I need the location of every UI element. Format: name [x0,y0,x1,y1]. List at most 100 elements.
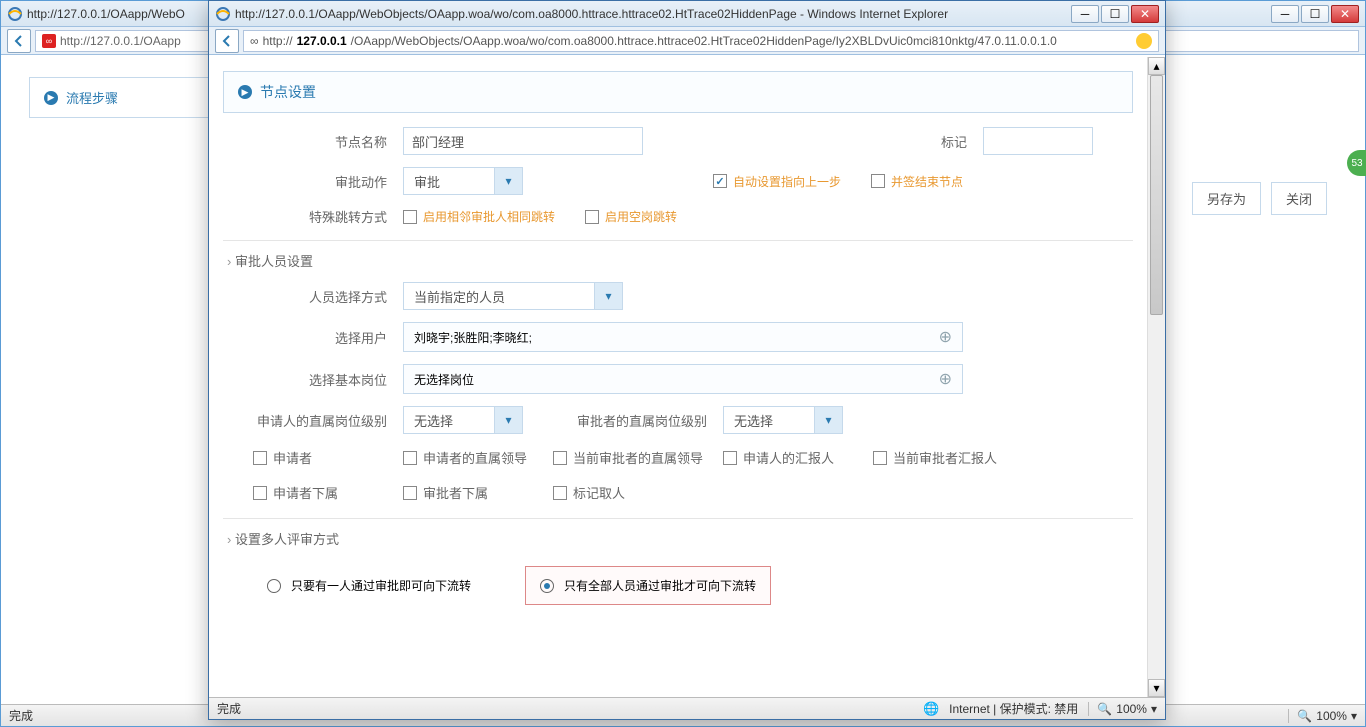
checkbox[interactable] [253,451,267,465]
url-path: /OAapp/WebObjects/OAapp.woa/wo/com.oa800… [351,34,1057,48]
maximize-button[interactable]: ☐ [1301,5,1329,23]
notification-badge[interactable]: 53 [1347,150,1366,176]
close-button[interactable]: ✕ [1331,5,1359,23]
node-name-input[interactable] [403,127,643,155]
scroll-area: ▶ 节点设置 节点名称 标记 审批动作 审批 ▾ 自动设置指向上一步 [209,57,1147,697]
chevron-down-icon[interactable]: ▾ [814,407,842,433]
row-node-name: 节点名称 标记 [223,121,1133,161]
select-post-value: 无选择岗位 [414,371,474,388]
checkbox[interactable] [253,486,267,500]
auto-prev-label: 自动设置指向上一步 [733,173,841,190]
chk-applicant-sub: 申请者下属 [253,475,403,510]
auto-prev-checkbox[interactable] [713,174,727,188]
modal-maximize-button[interactable]: ☐ [1101,5,1129,23]
bg-zoom[interactable]: 🔍 100% ▾ [1288,709,1357,723]
chk-mark-person: 标记取人 [553,475,703,510]
row-special-jump: 特殊跳转方式 启用相邻审批人相同跳转 启用空岗跳转 [223,201,1133,232]
add-post-icon[interactable]: ⊕ [939,369,952,389]
checkbox[interactable] [553,486,567,500]
chk-applicant-leader: 申请者的直属领导 [403,440,553,475]
checkbox[interactable] [403,486,417,500]
applicant-level-label: 申请人的直属岗位级别 [223,411,403,430]
empty-jump-checkbox[interactable] [585,210,599,224]
cosign-checkbox[interactable] [871,174,885,188]
ie-icon [7,6,23,22]
modal-win-controls: ─ ☐ ✕ [1071,5,1159,23]
approver-level-combo[interactable]: 无选择 ▾ [723,406,843,434]
chk-approver-sub: 审批者下属 [403,475,553,510]
url-prefix: http:// [263,34,293,48]
site-icon: ∞ [250,34,259,48]
favorite-icon[interactable] [1136,33,1152,49]
applicant-level-value: 无选择 [404,407,494,433]
radio-icon [540,579,554,593]
neighbor-jump-label: 启用相邻审批人相同跳转 [423,208,555,225]
radio-group-multi: 只要有一人通过审批即可向下流转 只有全部人员通过审批才可向下流转 [223,554,1133,617]
scroll-thumb[interactable] [1150,75,1163,315]
checkbox[interactable] [553,451,567,465]
vertical-scrollbar[interactable]: ▴ ▾ [1147,57,1165,697]
scroll-down-button[interactable]: ▾ [1148,679,1165,697]
add-user-icon[interactable]: ⊕ [939,327,952,347]
close-page-button[interactable]: 关闭 [1271,182,1327,215]
modal-url-field[interactable]: ∞ http://127.0.0.1/OAapp/WebObjects/OAap… [243,30,1159,52]
modal-content: ▶ 节点设置 节点名称 标记 审批动作 审批 ▾ 自动设置指向上一步 [209,57,1165,697]
select-post-label: 选择基本岗位 [223,370,403,389]
chk-current-reporter: 当前审批者汇报人 [873,440,1023,475]
save-as-button[interactable]: 另存为 [1192,182,1261,215]
role-checkbox-grid: 申请者 申请者的直属领导 当前审批者的直属领导 申请人的汇报人 当前审批者汇报人… [223,440,1133,510]
ie-icon [215,6,231,22]
back-button[interactable] [7,29,31,53]
modal-zoom[interactable]: 🔍 100% ▾ [1088,702,1157,716]
bg-url-text: http://127.0.0.1/OAapp [60,34,181,48]
expand-icon: ▶ [44,91,58,105]
chevron-down-icon[interactable]: ▾ [594,283,622,309]
minimize-button[interactable]: ─ [1271,5,1299,23]
modal-back-button[interactable] [215,29,239,53]
modal-status-bar: 完成 🌐 Internet | 保护模式: 禁用 🔍 100% ▾ [209,697,1165,719]
scroll-track[interactable] [1148,75,1165,679]
mark-input[interactable] [983,127,1093,155]
checkbox[interactable] [873,451,887,465]
applicant-level-combo[interactable]: 无选择 ▾ [403,406,523,434]
radio-any-one[interactable]: 只要有一人通过审批即可向下流转 [253,566,485,605]
bg-status-done: 完成 [9,707,33,724]
left-panel-header[interactable]: ▶ 流程步骤 [30,78,208,117]
node-name-label: 节点名称 [223,132,403,151]
modal-title: http://127.0.0.1/OAapp/WebObjects/OAapp.… [235,7,1071,21]
chevron-down-icon[interactable]: ▾ [494,168,522,194]
chk-current-leader: 当前审批者的直属领导 [553,440,723,475]
modal-window: http://127.0.0.1/OAapp/WebObjects/OAapp.… [208,0,1166,720]
select-user-input[interactable]: 刘晓宇;张胜阳;李晓红; ⊕ [403,322,963,352]
radio-all[interactable]: 只有全部人员通过审批才可向下流转 [525,566,771,605]
modal-close-button[interactable]: ✕ [1131,5,1159,23]
modal-minimize-button[interactable]: ─ [1071,5,1099,23]
row-select-post: 选择基本岗位 无选择岗位 ⊕ [223,358,1133,400]
section-multi-header: 设置多人评审方式 [223,518,1133,554]
select-user-label: 选择用户 [223,328,403,347]
row-levels: 申请人的直属岗位级别 无选择 ▾ 审批者的直属岗位级别 无选择 ▾ [223,400,1133,440]
special-jump-label: 特殊跳转方式 [223,207,403,226]
checkbox[interactable] [403,451,417,465]
modal-status-done: 完成 [217,700,241,717]
mark-label: 标记 [643,132,983,151]
modal-address-bar: ∞ http://127.0.0.1/OAapp/WebObjects/OAap… [209,27,1165,55]
select-mode-label: 人员选择方式 [223,287,403,306]
approver-level-label: 审批者的直属岗位级别 [523,411,723,430]
select-post-input[interactable]: 无选择岗位 ⊕ [403,364,963,394]
approval-action-combo[interactable]: 审批 ▾ [403,167,523,195]
row-approval-action: 审批动作 审批 ▾ 自动设置指向上一步 并签结束节点 [223,161,1133,201]
modal-titlebar: http://127.0.0.1/OAapp/WebObjects/OAapp.… [209,1,1165,27]
chevron-down-icon[interactable]: ▾ [494,407,522,433]
select-mode-value: 当前指定的人员 [404,283,594,309]
scroll-up-button[interactable]: ▴ [1148,57,1165,75]
approver-level-value: 无选择 [724,407,814,433]
section-node-header[interactable]: ▶ 节点设置 [223,71,1133,113]
radio-all-label: 只有全部人员通过审批才可向下流转 [564,577,756,594]
checkbox[interactable] [723,451,737,465]
site-icon: ∞ [42,34,56,48]
neighbor-jump-checkbox[interactable] [403,210,417,224]
bg-action-buttons: 另存为 关闭 [1192,182,1327,215]
select-mode-combo[interactable]: 当前指定的人员 ▾ [403,282,623,310]
chk-applicant: 申请者 [253,440,403,475]
